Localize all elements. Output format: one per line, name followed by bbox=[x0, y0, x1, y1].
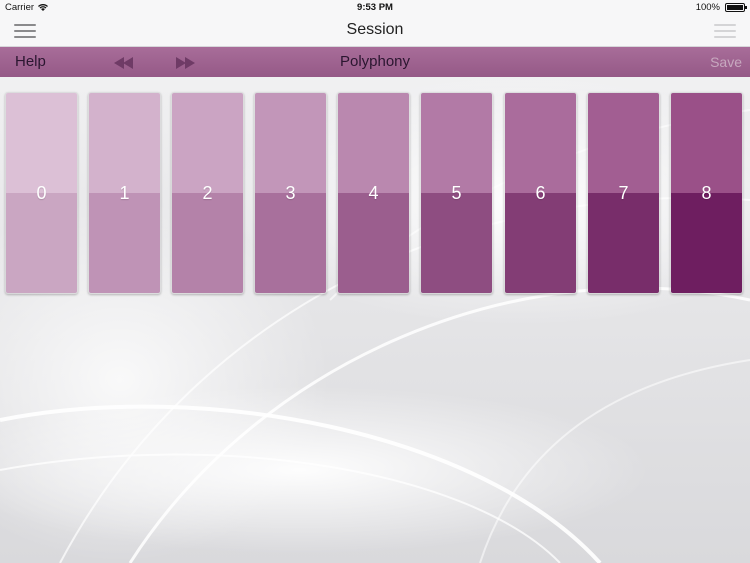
pad-top-half bbox=[89, 93, 160, 193]
pad-bottom-half bbox=[6, 193, 77, 293]
pad-top-half bbox=[338, 93, 409, 193]
pad-top-half bbox=[421, 93, 492, 193]
help-button[interactable]: Help bbox=[15, 53, 46, 70]
battery-percent: 100% bbox=[695, 2, 720, 13]
settings-menu-icon[interactable] bbox=[714, 24, 736, 38]
polyphony-pad-1[interactable]: 1 bbox=[88, 92, 161, 294]
polyphony-pad-3[interactable]: 3 bbox=[254, 92, 327, 294]
pad-label: 2 bbox=[202, 183, 213, 203]
pad-top-half bbox=[671, 93, 742, 193]
navigation-bar: Session bbox=[0, 16, 750, 47]
clock: 9:53 PM bbox=[357, 2, 393, 13]
pad-top-half bbox=[255, 93, 326, 193]
pad-bottom-half bbox=[172, 193, 243, 293]
pad-top-half bbox=[172, 93, 243, 193]
pad-label: 0 bbox=[36, 183, 47, 203]
polyphony-pad-4[interactable]: 4 bbox=[337, 92, 410, 294]
pad-bottom-half bbox=[255, 193, 326, 293]
toolbar: Help Polyphony Save bbox=[0, 47, 750, 77]
pad-label: 4 bbox=[368, 183, 379, 203]
pad-label: 6 bbox=[535, 183, 546, 203]
pad-bottom-half bbox=[505, 193, 576, 293]
rewind-icon[interactable] bbox=[114, 56, 134, 69]
status-bar: Carrier 9:53 PM 100% bbox=[0, 0, 750, 16]
pad-label: 5 bbox=[451, 183, 462, 203]
pad-top-half bbox=[588, 93, 659, 193]
pad-label: 1 bbox=[119, 183, 130, 203]
pad-top-half bbox=[505, 93, 576, 193]
save-button[interactable]: Save bbox=[710, 54, 742, 70]
pad-bottom-half bbox=[89, 193, 160, 293]
battery-icon bbox=[725, 3, 747, 12]
pad-bottom-half bbox=[588, 193, 659, 293]
polyphony-pad-6[interactable]: 6 bbox=[504, 92, 577, 294]
section-title: Polyphony bbox=[339, 53, 411, 70]
polyphony-pad-0[interactable]: 0 bbox=[5, 92, 78, 294]
polyphony-pad-2[interactable]: 2 bbox=[171, 92, 244, 294]
pad-label: 3 bbox=[285, 183, 296, 203]
page-title: Session bbox=[346, 21, 404, 38]
polyphony-pad-7[interactable]: 7 bbox=[587, 92, 660, 294]
pad-label: 8 bbox=[701, 183, 712, 203]
polyphony-pads: 0 1 2 3 4 5 6 7 8 bbox=[0, 92, 750, 296]
pad-bottom-half bbox=[421, 193, 492, 293]
pad-top-half bbox=[6, 93, 77, 193]
polyphony-pad-8[interactable]: 8 bbox=[670, 92, 743, 294]
pad-bottom-half bbox=[671, 193, 742, 293]
polyphony-pad-5[interactable]: 5 bbox=[420, 92, 493, 294]
pad-bottom-half bbox=[338, 193, 409, 293]
fast-forward-icon[interactable] bbox=[175, 56, 195, 69]
pad-label: 7 bbox=[618, 183, 629, 203]
